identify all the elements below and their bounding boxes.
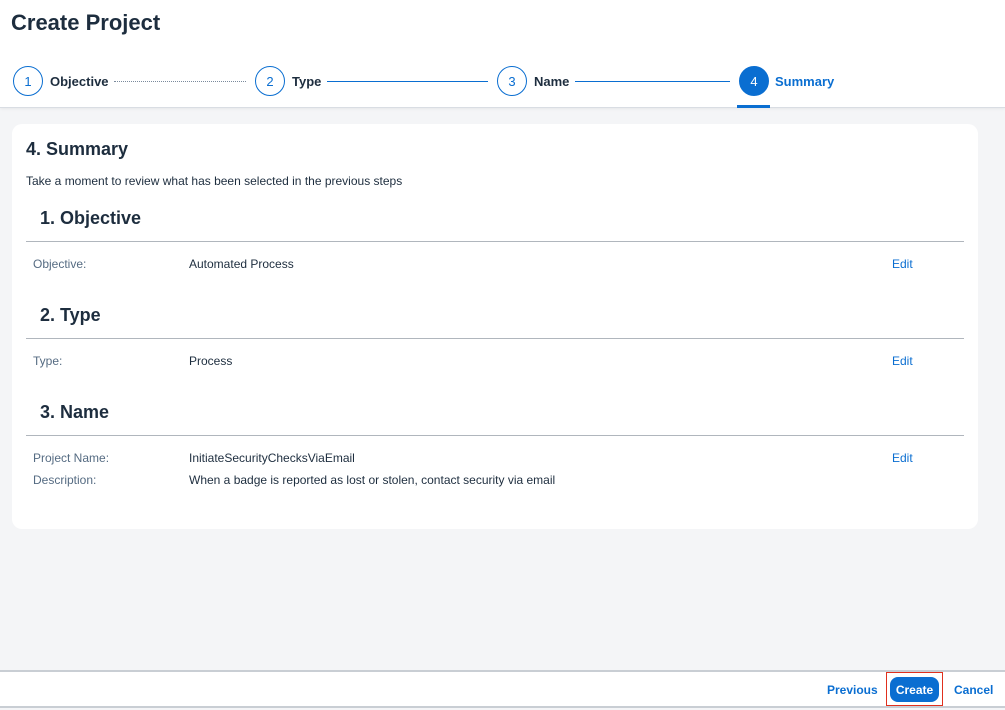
project-name-label: Project Name: [33,451,110,465]
step-1-label[interactable]: Objective [50,74,109,89]
type-value: Process [189,354,233,368]
summary-heading: 4. Summary [26,139,129,159]
wizard-header: Create Project 1 Objective 2 Type 3 Name… [0,0,1005,108]
previous-button[interactable]: Previous [827,683,878,697]
step-connector-3 [575,81,730,82]
edit-type-link[interactable]: Edit [892,354,913,368]
step-connector-1 [114,81,246,82]
page-title: Create Project [11,10,161,35]
summary-card: 4. Summary Take a moment to review what … [12,124,978,529]
step-1-indicator[interactable]: 1 [13,66,43,96]
active-step-underline [737,105,770,108]
project-name-value: InitiateSecurityChecksViaEmail [189,451,355,465]
summary-description: Take a moment to review what has been se… [26,174,403,188]
section-divider [26,338,964,339]
section-name-title: 3. Name [40,402,110,422]
step-4-label[interactable]: Summary [775,74,834,89]
type-label: Type: [33,354,63,368]
objective-label: Objective: [33,257,87,271]
section-divider [26,435,964,436]
section-divider [26,241,964,242]
objective-value: Automated Process [189,257,294,271]
create-button[interactable]: Create [890,677,939,702]
step-4-indicator[interactable]: 4 [739,66,769,96]
cancel-button[interactable]: Cancel [954,683,993,697]
section-objective-title: 1. Objective [40,208,142,228]
step-2-indicator[interactable]: 2 [255,66,285,96]
description-value: When a badge is reported as lost or stol… [189,473,556,487]
edit-name-link[interactable]: Edit [892,451,913,465]
description-label: Description: [33,473,97,487]
step-connector-2 [327,81,488,82]
step-2-label[interactable]: Type [292,74,321,89]
step-3-indicator[interactable]: 3 [497,66,527,96]
section-type-title: 2. Type [40,305,101,325]
edit-objective-link[interactable]: Edit [892,257,913,271]
step-3-label[interactable]: Name [534,74,569,89]
